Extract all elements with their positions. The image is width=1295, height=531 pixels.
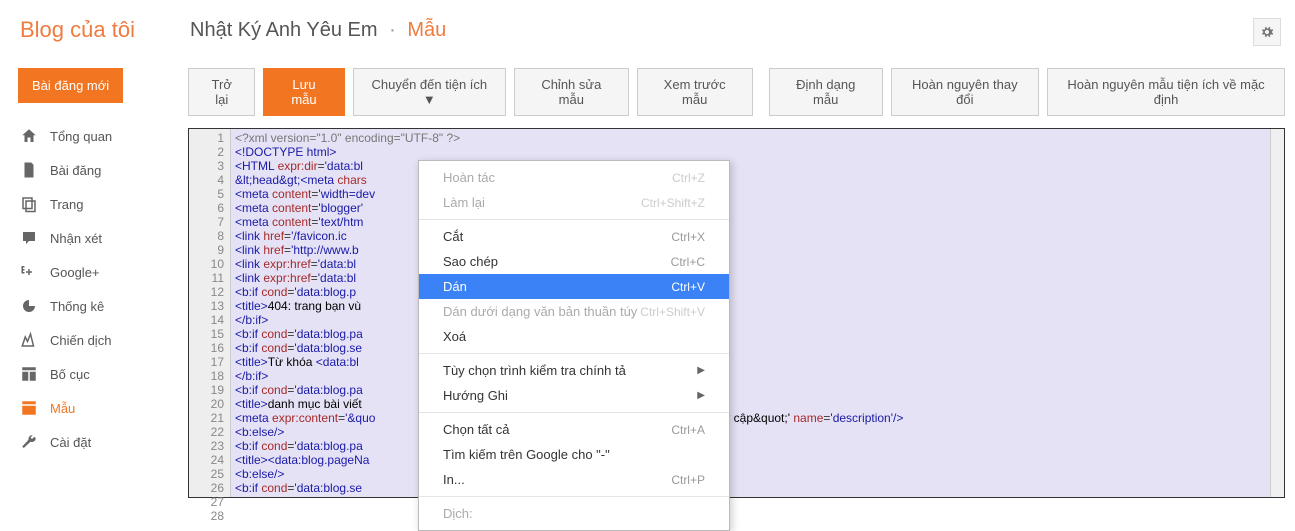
menu-separator: [419, 353, 729, 354]
menu-item[interactable]: Sao chép Ctrl+C: [419, 249, 729, 274]
preview-template-button[interactable]: Xem trước mẫu: [637, 68, 753, 116]
back-button[interactable]: Trở lại: [188, 68, 255, 116]
pages-icon: [20, 195, 38, 213]
wrench-icon: [20, 433, 38, 451]
sidebar-item-label: Google+: [50, 265, 100, 280]
shortcut-label: Ctrl+X: [671, 230, 705, 244]
vertical-scrollbar[interactable]: [1270, 129, 1284, 497]
menu-item[interactable]: Dán Ctrl+V: [419, 274, 729, 299]
jump-widget-button[interactable]: Chuyển đến tiện ích ▼: [353, 68, 507, 116]
shortcut-label: Ctrl+C: [671, 255, 705, 269]
sidebar-item-home[interactable]: Tổng quan: [18, 119, 170, 153]
blog-name[interactable]: Nhật Ký Anh Yêu Em: [190, 19, 378, 41]
menu-separator: [419, 219, 729, 220]
comment-icon: [20, 229, 38, 247]
menu-item[interactable]: In... Ctrl+P: [419, 467, 729, 492]
menu-item-label: Hoàn tác: [443, 170, 495, 185]
sidebar-item-label: Nhận xét: [50, 231, 102, 246]
edit-template-button[interactable]: Chỉnh sửa mẫu: [514, 68, 628, 116]
shortcut-label: Ctrl+A: [671, 423, 705, 437]
submenu-arrow-icon: ▶: [697, 390, 705, 401]
menu-item[interactable]: Tìm kiếm trên Google cho "-": [419, 442, 729, 467]
menu-item-label: Tìm kiếm trên Google cho "-": [443, 447, 610, 462]
menu-item[interactable]: Cắt Ctrl+X: [419, 224, 729, 249]
menu-item[interactable]: Tùy chọn trình kiểm tra chính tả ▶: [419, 358, 729, 383]
shortcut-label: Ctrl+P: [671, 473, 705, 487]
sidebar-item-campaign[interactable]: Chiến dịch: [18, 323, 170, 357]
sidebar-item-wrench[interactable]: Cài đặt: [18, 425, 170, 459]
sidebar-item-label: Bài đăng: [50, 163, 101, 178]
menu-item-label: Dịch:: [443, 506, 473, 521]
home-icon: [20, 127, 38, 145]
sidebar-item-label: Trang: [50, 197, 83, 212]
sidebar-item-label: Thống kê: [50, 299, 104, 314]
campaign-icon: [20, 331, 38, 349]
shortcut-label: Ctrl+Z: [672, 171, 705, 185]
sidebar-item-label: Bố cục: [50, 367, 90, 382]
menu-item-label: Sao chép: [443, 254, 498, 269]
sidebar-item-layout[interactable]: Bố cục: [18, 357, 170, 391]
shortcut-label: Ctrl+Shift+V: [640, 305, 705, 319]
menu-separator: [419, 496, 729, 497]
sidebar-item-doc[interactable]: Bài đăng: [18, 153, 170, 187]
template-icon: [20, 399, 38, 417]
menu-item-label: Dán dưới dạng văn bản thuần túy: [443, 304, 637, 319]
sidebar-item-stats[interactable]: Thống kê: [18, 289, 170, 323]
sidebar-item-template[interactable]: Mẫu: [18, 391, 170, 425]
layout-icon: [20, 365, 38, 383]
menu-item-label: In...: [443, 472, 465, 487]
menu-item-label: Làm lại: [443, 195, 485, 210]
menu-item[interactable]: Hướng Ghi ▶: [419, 383, 729, 408]
menu-item-label: Tùy chọn trình kiểm tra chính tả: [443, 363, 626, 378]
line-gutter: 1234567891011121314151617181920212223242…: [189, 129, 231, 497]
sidebar-item-label: Cài đặt: [50, 435, 91, 450]
new-post-button[interactable]: Bài đăng mới: [18, 68, 123, 103]
save-template-button[interactable]: Lưu mẫu: [263, 68, 344, 116]
breadcrumb-current: Mẫu: [407, 19, 446, 41]
menu-item-label: Hướng Ghi: [443, 388, 508, 403]
menu-item: Dán dưới dạng văn bản thuần túyCtrl+Shif…: [419, 299, 729, 324]
sidebar-item-label: Mẫu: [50, 401, 75, 416]
menu-item[interactable]: Xoá: [419, 324, 729, 349]
menu-item: Dịch:: [419, 501, 729, 526]
menu-item: Làm lại Ctrl+Shift+Z: [419, 190, 729, 215]
settings-gear-button[interactable]: [1253, 18, 1281, 46]
menu-item-label: Xoá: [443, 329, 466, 344]
sidebar-item-label: Tổng quan: [50, 129, 112, 144]
revert-default-button[interactable]: Hoàn nguyên mẫu tiện ích về mặc định: [1047, 68, 1285, 116]
shortcut-label: Ctrl+V: [671, 280, 705, 294]
menu-item-label: Chọn tất cả: [443, 422, 510, 437]
sidebar-item-gplus[interactable]: Google+: [18, 255, 170, 289]
brand-title: Blog của tôi: [20, 17, 190, 43]
sidebar-item-pages[interactable]: Trang: [18, 187, 170, 221]
menu-item-label: Dán: [443, 279, 467, 294]
menu-item: Hoàn tác Ctrl+Z: [419, 165, 729, 190]
submenu-arrow-icon: ▶: [697, 365, 705, 376]
gear-icon: [1259, 24, 1275, 40]
toolbar: Trở lại Lưu mẫu Chuyển đến tiện ích ▼ Ch…: [188, 60, 1285, 128]
breadcrumb-sep: ·: [389, 19, 396, 41]
sidebar-item-label: Chiến dịch: [50, 333, 111, 348]
stats-icon: [20, 297, 38, 315]
format-template-button[interactable]: Định dạng mẫu: [769, 68, 883, 116]
shortcut-label: Ctrl+Shift+Z: [641, 196, 705, 210]
revert-changes-button[interactable]: Hoàn nguyên thay đổi: [891, 68, 1039, 116]
code-area[interactable]: <?xml version="1.0" encoding="UTF-8" ?><…: [231, 129, 1270, 497]
breadcrumb: Nhật Ký Anh Yêu Em · Mẫu: [190, 19, 446, 42]
sidebar: Bài đăng mới Tổng quan Bài đăng Trang Nhận …: [0, 60, 188, 498]
sidebar-item-comment[interactable]: Nhận xét: [18, 221, 170, 255]
doc-icon: [20, 161, 38, 179]
menu-item-label: Cắt: [443, 229, 463, 244]
menu-item[interactable]: Chọn tất cả Ctrl+A: [419, 417, 729, 442]
context-menu[interactable]: Hoàn tác Ctrl+Z Làm lại Ctrl+Shift+Z Cắt Ctrl…: [418, 160, 730, 531]
code-editor[interactable]: 1234567891011121314151617181920212223242…: [188, 128, 1285, 498]
menu-separator: [419, 412, 729, 413]
gplus-icon: [20, 263, 38, 281]
